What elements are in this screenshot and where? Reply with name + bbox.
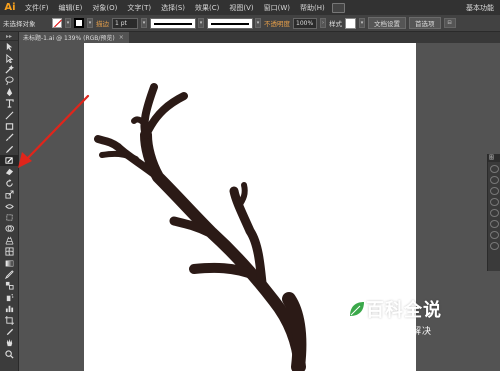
- bridge-icon[interactable]: [331, 2, 345, 13]
- watermark: 百科全说 助你轻松解决: [348, 296, 460, 344]
- slice-tool-icon[interactable]: [0, 326, 19, 337]
- graphic-style-swatch[interactable]: [345, 17, 357, 29]
- eye-icon[interactable]: [490, 220, 499, 228]
- pen-tool-icon[interactable]: [0, 87, 19, 98]
- eyedropper-tool-icon[interactable]: [0, 269, 19, 280]
- chevron-down-icon[interactable]: ▾: [255, 18, 262, 28]
- watermark-subtitle: 助你轻松解决: [372, 327, 433, 337]
- scale-tool-icon[interactable]: [0, 189, 19, 200]
- type-tool-icon[interactable]: [0, 98, 19, 109]
- rectangle-tool-icon[interactable]: [0, 121, 19, 132]
- eye-icon[interactable]: [490, 198, 499, 206]
- blend-tool-icon[interactable]: [0, 280, 19, 291]
- shape-builder-tool-icon[interactable]: [0, 223, 19, 234]
- eye-icon[interactable]: [490, 187, 499, 195]
- width-tool-icon[interactable]: [0, 200, 19, 211]
- layers-panel-collapsed: 图: [487, 154, 500, 271]
- eye-icon[interactable]: [490, 209, 499, 217]
- menu-view[interactable]: 视图(V): [224, 3, 258, 13]
- perspective-grid-tool-icon[interactable]: [0, 235, 19, 246]
- chevron-down-icon[interactable]: ▾: [141, 18, 147, 28]
- eraser-tool-icon[interactable]: [0, 166, 19, 177]
- chevron-right-icon[interactable]: ›: [320, 18, 327, 28]
- branch-left-twig: [99, 150, 139, 162]
- leaf-logo-icon: [350, 302, 364, 316]
- menu-window[interactable]: 窗口(W): [259, 3, 295, 13]
- artboard-tool-icon[interactable]: [0, 314, 19, 325]
- panel-grip-icon[interactable]: ▸▸: [0, 32, 18, 41]
- menu-select[interactable]: 选择(S): [156, 3, 190, 13]
- eye-icon[interactable]: [490, 231, 499, 239]
- zoom-tool-icon[interactable]: [0, 349, 19, 360]
- style-label: 样式: [329, 20, 343, 28]
- chevron-down-icon[interactable]: ▾: [87, 18, 93, 28]
- free-transform-tool-icon[interactable]: [0, 212, 19, 223]
- blob-brush-tool-icon[interactable]: [0, 154, 19, 167]
- preferences-button[interactable]: 首选项: [409, 17, 441, 29]
- selection-tool-icon[interactable]: [0, 41, 19, 52]
- align-icon[interactable]: ⊟: [443, 18, 456, 28]
- menu-file[interactable]: 文件(F): [20, 3, 54, 13]
- stroke-label[interactable]: 描边: [96, 18, 109, 28]
- selection-status: 未选择对象: [3, 20, 36, 28]
- branch-left-lower: [189, 262, 259, 280]
- stroke-swatch[interactable]: [74, 18, 84, 28]
- document-tab[interactable]: 未标题-1.ai @ 139% (RGB/预览) ×: [19, 32, 129, 43]
- pencil-tool-icon[interactable]: [0, 144, 19, 155]
- opacity-field[interactable]: 100%: [293, 17, 318, 29]
- paintbrush-tool-icon[interactable]: [0, 132, 19, 143]
- menu-edit[interactable]: 编辑(E): [54, 3, 88, 13]
- eye-icon[interactable]: [490, 176, 499, 184]
- symbol-sprayer-tool-icon[interactable]: [0, 292, 19, 303]
- menu-help[interactable]: 帮助(H): [295, 3, 330, 13]
- eye-icon[interactable]: [490, 165, 499, 173]
- brush-definition[interactable]: [207, 17, 254, 29]
- column-graph-tool-icon[interactable]: [0, 303, 19, 314]
- variable-width-profile[interactable]: [150, 17, 196, 29]
- control-bar: 未选择对象 ▾ ▾ 描边 1 pt ▾ 等比 ▾ 基本 ▾ 不透明度 100% …: [0, 15, 500, 32]
- lasso-tool-icon[interactable]: [0, 75, 19, 86]
- document-tab-title: 未标题-1.ai @ 139% (RGB/预览): [23, 35, 115, 42]
- mesh-tool-icon[interactable]: [0, 246, 19, 257]
- stroke-weight-field[interactable]: 1 pt: [112, 17, 138, 29]
- close-icon[interactable]: ×: [119, 34, 124, 41]
- app-logo: Ai: [4, 2, 16, 13]
- chevron-down-icon[interactable]: ▾: [65, 18, 71, 28]
- menu-type[interactable]: 文字(T): [122, 3, 156, 13]
- magic-wand-tool-icon[interactable]: [0, 64, 19, 75]
- line-tool-icon[interactable]: [0, 109, 19, 120]
- opacity-label[interactable]: 不透明度: [264, 18, 290, 28]
- workspace-switcher[interactable]: 基本功能: [466, 3, 494, 13]
- eye-icon[interactable]: [490, 242, 499, 250]
- menu-object[interactable]: 对象(O): [87, 3, 122, 13]
- branch-trunk: [140, 129, 306, 371]
- watermark-title: 百科全说: [366, 300, 442, 321]
- gradient-tool-icon[interactable]: [0, 257, 19, 268]
- panel-header[interactable]: 图: [488, 154, 500, 162]
- hand-tool-icon[interactable]: [0, 337, 19, 348]
- chevron-down-icon[interactable]: ▾: [359, 18, 366, 28]
- chevron-down-icon[interactable]: ▾: [198, 18, 205, 28]
- menu-effect[interactable]: 效果(C): [190, 3, 224, 13]
- document-tab-bar: 未标题-1.ai @ 139% (RGB/预览) ×: [19, 32, 500, 43]
- rotate-tool-icon[interactable]: [0, 178, 19, 189]
- direct-selection-tool-icon[interactable]: [0, 52, 19, 63]
- fill-swatch[interactable]: [52, 18, 62, 28]
- tools-panel: ▸▸: [0, 32, 19, 371]
- menu-bar: Ai 文件(F) 编辑(E) 对象(O) 文字(T) 选择(S) 效果(C) 视…: [0, 0, 500, 15]
- document-setup-button[interactable]: 文档设置: [368, 17, 407, 29]
